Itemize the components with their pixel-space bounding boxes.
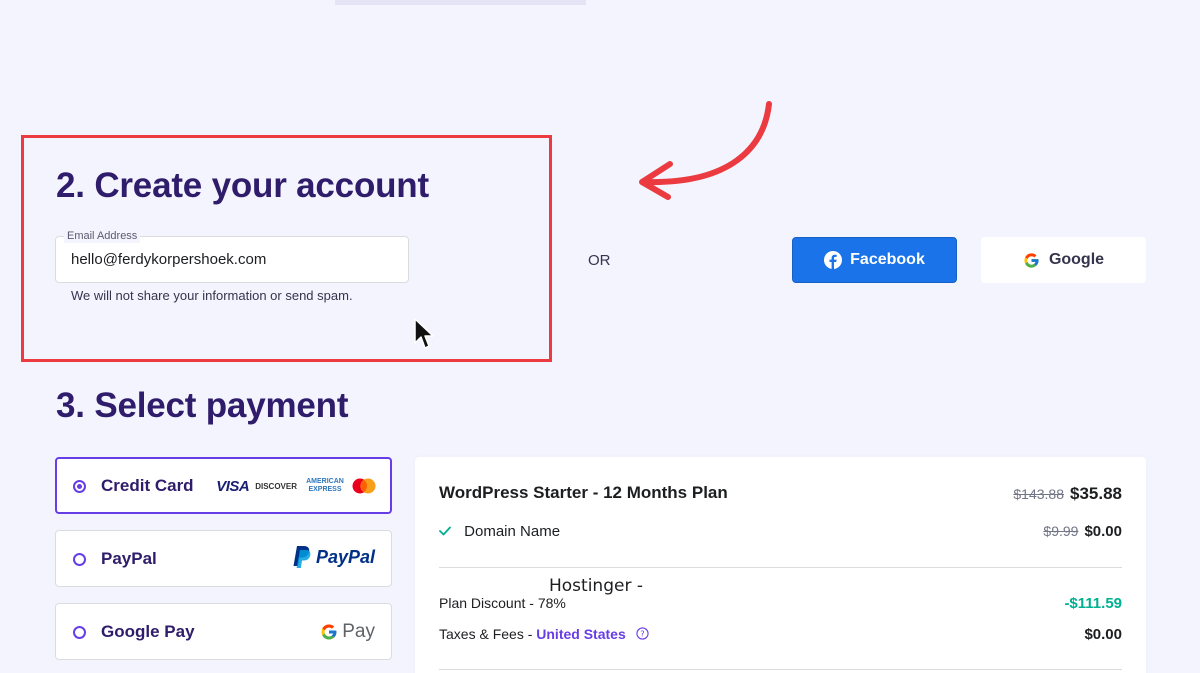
or-separator: OR — [588, 252, 611, 269]
plan-old-price: $143.88 — [1013, 486, 1064, 502]
google-icon — [1024, 252, 1039, 268]
facebook-login-button[interactable]: Facebook — [792, 237, 957, 283]
credit-card-radio[interactable] — [73, 480, 86, 493]
plan-row: WordPress Starter - 12 Months Plan $143.… — [439, 483, 1122, 503]
visa-logo: VISA — [216, 477, 250, 495]
taxes-label: Taxes & Fees - — [439, 626, 537, 642]
mouse-cursor-icon — [414, 318, 434, 349]
discount-value: -$111.59 — [1064, 595, 1122, 612]
domain-old-price: $9.99 — [1043, 523, 1079, 539]
paypal-wordmark: PayPal — [315, 546, 375, 567]
select-payment-heading: 3. Select payment — [56, 386, 349, 425]
mastercard-icon — [352, 478, 376, 494]
domain-row: Domain Name $9.99 $0.00 — [439, 523, 1122, 540]
amex-logo: AMERICAN EXPRESS — [306, 478, 344, 493]
email-field[interactable] — [56, 237, 408, 282]
payment-option-google-pay[interactable]: Google Pay Pay — [55, 603, 392, 660]
payment-option-credit-card[interactable]: Credit Card VISA DISCOVER AMERICAN EXPRE… — [55, 457, 392, 514]
order-summary-card: WordPress Starter - 12 Months Plan $143.… — [415, 457, 1146, 673]
taxes-value: $0.00 — [1084, 626, 1122, 643]
check-icon — [439, 526, 451, 535]
email-helper-text: We will not share your information or se… — [71, 288, 353, 303]
discount-label: Plan Discount - 78% — [439, 595, 566, 611]
summary-divider — [439, 567, 1122, 568]
top-header-stub — [335, 0, 586, 5]
facebook-icon — [824, 251, 843, 269]
google-pay-label: Google Pay — [101, 622, 195, 641]
google-button-label: Google — [1048, 251, 1105, 268]
annotation-arrow-icon — [639, 101, 772, 200]
svg-text:?: ? — [640, 629, 644, 639]
facebook-button-label: Facebook — [850, 251, 925, 268]
discount-row: Plan Discount - 78% -$111.59 — [439, 595, 1122, 612]
google-login-button[interactable]: Google — [981, 237, 1146, 283]
google-pay-radio[interactable] — [73, 626, 86, 639]
paypal-p-icon — [293, 546, 311, 568]
summary-divider-bottom — [439, 669, 1122, 670]
paypal-label: PayPal — [101, 549, 157, 568]
taxes-country-link[interactable]: United States — [536, 626, 625, 642]
card-logos: VISA DISCOVER AMERICAN EXPRESS — [216, 474, 377, 498]
plan-price: $35.88 — [1070, 484, 1122, 503]
payment-option-paypal[interactable]: PayPal PayPal — [55, 530, 392, 587]
domain-label: Domain Name — [464, 523, 561, 540]
paypal-logo: PayPal — [292, 545, 375, 569]
google-g-icon — [321, 624, 337, 640]
taxes-row: Taxes & Fees - United States ? $0.00 — [439, 626, 1122, 643]
email-field-wrapper: Email Address — [55, 230, 409, 283]
plan-title: WordPress Starter - 12 Months Plan — [439, 483, 728, 502]
create-account-heading: 2. Create your account — [56, 166, 429, 205]
google-pay-wordmark: Pay — [342, 621, 375, 642]
google-pay-logo: Pay — [320, 620, 375, 644]
credit-card-label: Credit Card — [101, 476, 194, 495]
overlay-watermark-text: Hostinger - — [549, 576, 643, 596]
discover-logo: DISCOVER — [255, 481, 297, 491]
help-icon[interactable]: ? — [635, 627, 649, 640]
paypal-radio[interactable] — [73, 553, 86, 566]
domain-price: $0.00 — [1084, 523, 1122, 540]
